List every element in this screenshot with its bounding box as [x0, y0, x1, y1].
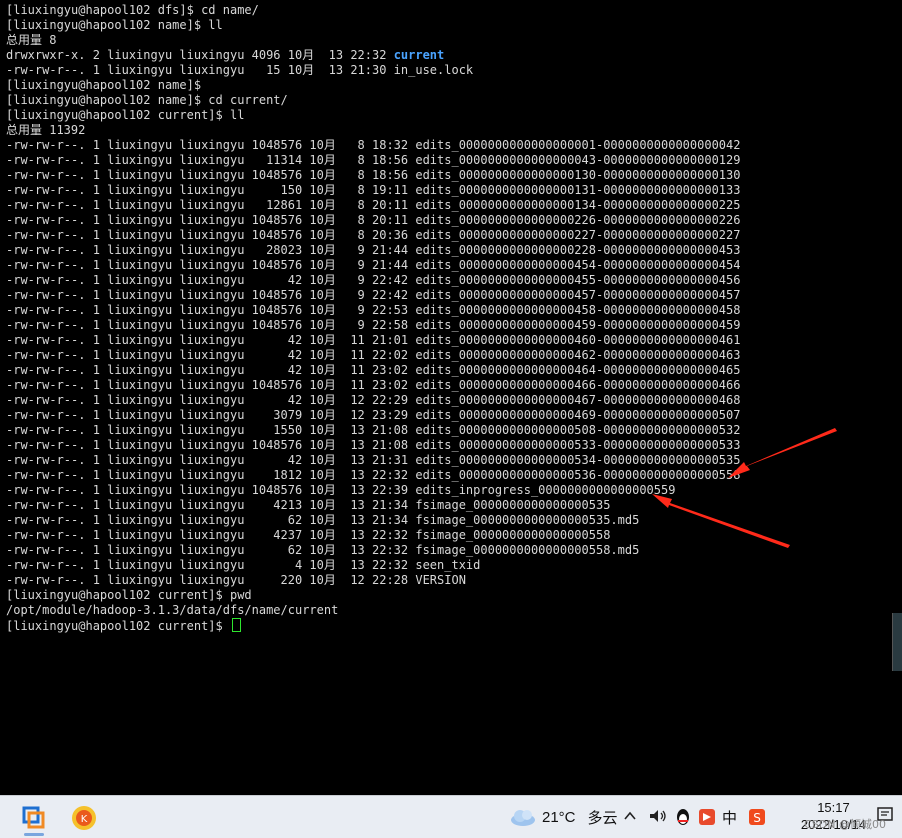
weather-temperature: 21°C: [542, 808, 576, 826]
terminal-line: -rw-rw-r--. 1 liuxingyu liuxingyu 104857…: [6, 258, 741, 272]
dir-listing-prefix: drwxrwxr-x. 2 liuxingyu liuxingyu 4096 1…: [6, 48, 394, 62]
terminal-line: -rw-rw-r--. 1 liuxingyu liuxingyu 3079 1…: [6, 408, 741, 422]
terminal-scrollbar[interactable]: [892, 613, 902, 671]
taskbar-app-second[interactable]: K: [62, 802, 102, 834]
watermark: CSDN @倾城00: [804, 818, 886, 831]
terminal-line: -rw-rw-r--. 1 liuxingyu liuxingyu 62 10月…: [6, 543, 640, 557]
terminal-line: [liuxingyu@hapool102 name]$ ll: [6, 18, 223, 32]
active-indicator: [24, 833, 44, 836]
terminal-line: -rw-rw-r--. 1 liuxingyu liuxingyu 42 10月…: [6, 333, 741, 347]
terminal-line: -rw-rw-r--. 1 liuxingyu liuxingyu 104857…: [6, 318, 741, 332]
terminal-line: -rw-rw-r--. 1 liuxingyu liuxingyu 62 10月…: [6, 513, 640, 527]
chevron-up-icon[interactable]: [622, 808, 638, 824]
terminal-line-dir: drwxrwxr-x. 2 liuxingyu liuxingyu 4096 1…: [6, 48, 740, 63]
terminal-line: -rw-rw-r--. 1 liuxingyu liuxingyu 12861 …: [6, 198, 741, 212]
terminal-output: [liuxingyu@hapool102 dfs]$ cd name/ [liu…: [6, 3, 740, 633]
terminal-line: -rw-rw-r--. 1 liuxingyu liuxingyu 4213 1…: [6, 498, 611, 512]
clock-time: 15:17: [817, 800, 850, 815]
qq-icon[interactable]: [674, 808, 692, 826]
terminal-line: [liuxingyu@hapool102 dfs]$ cd name/: [6, 3, 259, 17]
terminal-line: [liuxingyu@hapool102 current]$ pwd: [6, 588, 252, 602]
svg-text:S: S: [753, 811, 761, 825]
app-tray-icon[interactable]: [698, 808, 716, 826]
terminal-line: -rw-rw-r--. 1 liuxingyu liuxingyu 104857…: [6, 138, 741, 152]
terminal-line: -rw-rw-r--. 1 liuxingyu liuxingyu 150 10…: [6, 183, 741, 197]
terminal-line: -rw-rw-r--. 1 liuxingyu liuxingyu 104857…: [6, 288, 741, 302]
terminal-line: -rw-rw-r--. 1 liuxingyu liuxingyu 15 10月…: [6, 63, 474, 77]
terminal-line: -rw-rw-r--. 1 liuxingyu liuxingyu 104857…: [6, 213, 741, 227]
shell-prompt: [liuxingyu@hapool102 current]$: [6, 619, 230, 633]
terminal-line: -rw-rw-r--. 1 liuxingyu liuxingyu 104857…: [6, 228, 741, 242]
terminal-line: -rw-rw-r--. 1 liuxingyu liuxingyu 104857…: [6, 303, 741, 317]
terminal-line: 总用量 11392: [6, 123, 86, 137]
terminal-line: -rw-rw-r--. 1 liuxingyu liuxingyu 42 10月…: [6, 453, 741, 467]
terminal-line: -rw-rw-r--. 1 liuxingyu liuxingyu 104857…: [6, 378, 741, 392]
terminal-line: [liuxingyu@hapool102 current]$ ll: [6, 108, 245, 122]
terminal-line: -rw-rw-r--. 1 liuxingyu liuxingyu 4237 1…: [6, 528, 611, 542]
taskbar-app-vmware[interactable]: [14, 802, 54, 836]
app-orange-icon: K: [72, 806, 96, 830]
taskbar: K 21°C 多云 中 S 15:17 2022/10/14: [0, 795, 902, 838]
terminal-line: /opt/module/hadoop-3.1.3/data/dfs/name/c…: [6, 603, 339, 617]
terminal-line: -rw-rw-r--. 1 liuxingyu liuxingyu 104857…: [6, 168, 741, 182]
terminal-line: [liuxingyu@hapool102 name]$ cd current/: [6, 93, 288, 107]
terminal-line: -rw-rw-r--. 1 liuxingyu liuxingyu 42 10月…: [6, 273, 741, 287]
dir-name-current: current: [393, 48, 445, 62]
terminal-line: -rw-rw-r--. 1 liuxingyu liuxingyu 104857…: [6, 483, 676, 497]
terminal-line: -rw-rw-r--. 1 liuxingyu liuxingyu 42 10月…: [6, 393, 741, 407]
terminal-lines-group: -rw-rw-r--. 1 liuxingyu liuxingyu 15 10月…: [6, 63, 740, 618]
terminal-line: -rw-rw-r--. 1 liuxingyu liuxingyu 42 10月…: [6, 363, 741, 377]
terminal-line: [liuxingyu@hapool102 name]$: [6, 78, 202, 92]
terminal-line: -rw-rw-r--. 1 liuxingyu liuxingyu 104857…: [6, 438, 741, 452]
terminal-line: -rw-rw-r--. 1 liuxingyu liuxingyu 220 10…: [6, 573, 466, 587]
terminal-prompt-line[interactable]: [liuxingyu@hapool102 current]$: [6, 618, 740, 633]
speaker-icon[interactable]: [648, 808, 668, 824]
terminal-line: -rw-rw-r--. 1 liuxingyu liuxingyu 42 10月…: [6, 348, 741, 362]
svg-text:K: K: [81, 814, 88, 825]
terminal-line: -rw-rw-r--. 1 liuxingyu liuxingyu 11314 …: [6, 153, 741, 167]
terminal-line: -rw-rw-r--. 1 liuxingyu liuxingyu 1550 1…: [6, 423, 741, 437]
ime-indicator[interactable]: 中: [722, 807, 737, 828]
terminal-line: -rw-rw-r--. 1 liuxingyu liuxingyu 1812 1…: [6, 468, 741, 482]
terminal-line: 总用量 8: [6, 33, 57, 47]
terminal-window[interactable]: [liuxingyu@hapool102 dfs]$ cd name/ [liu…: [0, 0, 902, 795]
weather-widget[interactable]: 21°C 多云: [510, 796, 618, 838]
terminal-cursor: [231, 618, 241, 632]
cloud-icon: [511, 810, 535, 826]
sogou-icon[interactable]: S: [748, 808, 766, 826]
terminal-line: -rw-rw-r--. 1 liuxingyu liuxingyu 28023 …: [6, 243, 741, 257]
arrow-upper: [728, 428, 837, 478]
terminal-line: -rw-rw-r--. 1 liuxingyu liuxingyu 4 10月 …: [6, 558, 481, 572]
vmware-icon: [22, 806, 45, 829]
weather-description: 多云: [587, 809, 618, 827]
